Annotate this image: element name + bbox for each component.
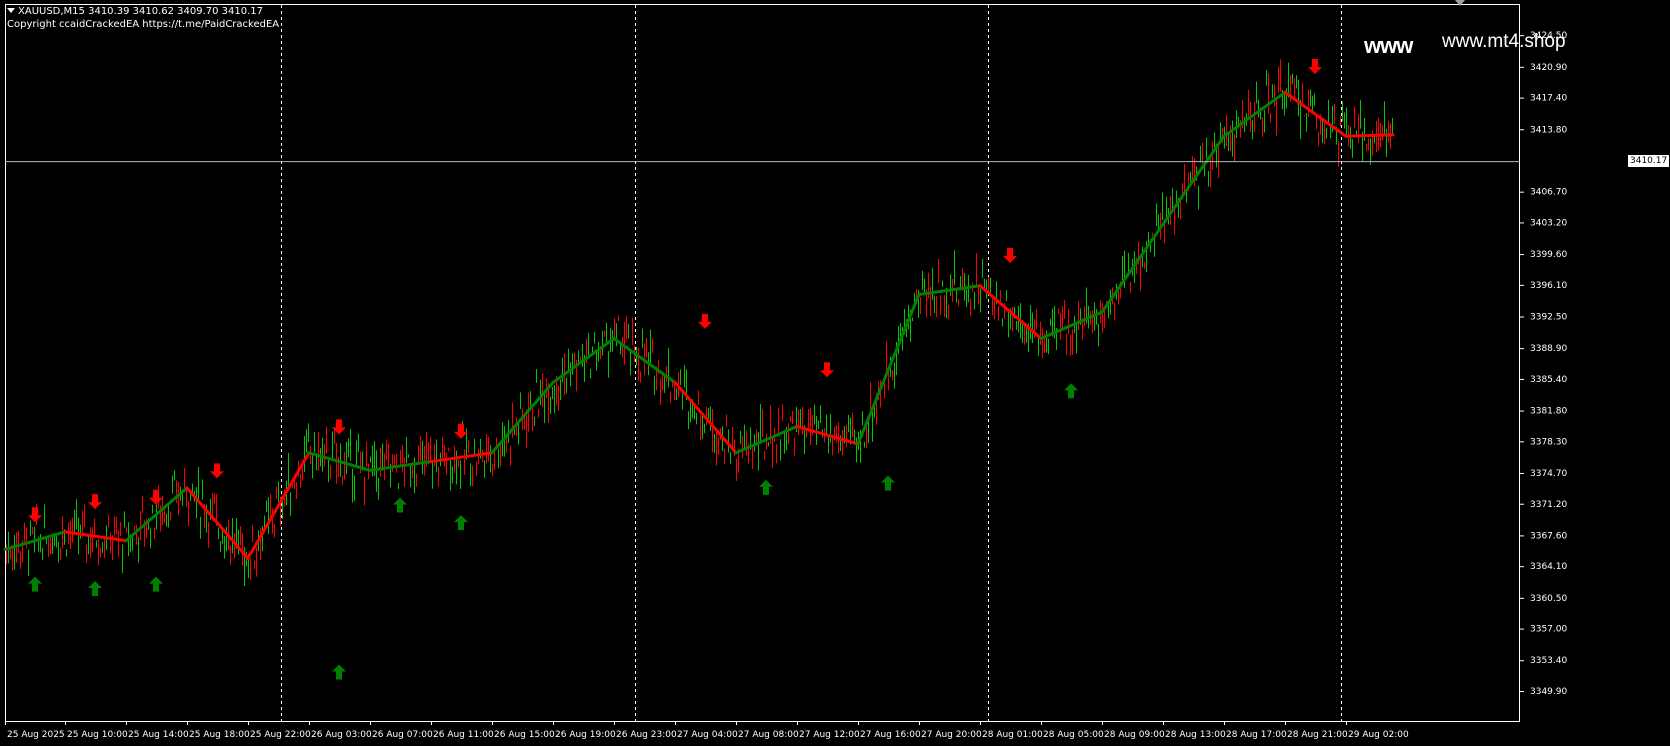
x-axis-label: 27 Aug 16:00 — [860, 730, 921, 740]
buy-arrow-shape — [454, 515, 468, 531]
buy-arrow-shape — [149, 576, 163, 592]
current-price-label: 3410.17 — [1628, 155, 1670, 168]
y-axis-label: 3364.10 — [1530, 562, 1567, 572]
y-axis-label: 3357.00 — [1530, 625, 1567, 635]
downtrend-line-segment — [185, 486, 250, 560]
sell-arrow-icon — [88, 494, 102, 510]
symbol-ohlc: XAUUSD,M15 3410.39 3410.62 3409.70 3410.… — [18, 6, 264, 17]
x-axis-label: 26 Aug 19:00 — [555, 730, 616, 740]
dropdown-triangle-icon[interactable] — [7, 8, 15, 13]
x-axis-label: 26 Aug 23:00 — [616, 730, 677, 740]
www-overlay-text: www — [1364, 33, 1413, 58]
price-chart[interactable]: 3424.503420.903417.403413.803406.703403.… — [0, 0, 1670, 746]
x-axis-label: 26 Aug 03:00 — [311, 730, 372, 740]
x-axis-label: 25 Aug 14:00 — [128, 730, 189, 740]
y-axis-label: 3367.60 — [1530, 531, 1567, 541]
y-axis-label: 3420.90 — [1530, 63, 1567, 73]
x-axis-label: 25 Aug 10:00 — [67, 730, 128, 740]
y-axis-label: 3392.50 — [1530, 313, 1567, 323]
buy-arrow-icon — [881, 475, 895, 491]
x-axis-label: 27 Aug 12:00 — [799, 730, 860, 740]
uptrend-line-segment — [1161, 134, 1226, 226]
y-axis-label: 3417.40 — [1530, 94, 1567, 104]
y-axis-label: 3374.70 — [1530, 469, 1567, 479]
sell-arrow-shape — [820, 362, 834, 378]
sell-arrow-icon — [820, 362, 834, 378]
x-axis-label: 28 Aug 01:00 — [982, 730, 1043, 740]
x-axis-label: 28 Aug 21:00 — [1287, 730, 1348, 740]
sell-arrow-icon — [210, 463, 224, 479]
x-axis-label: 26 Aug 07:00 — [372, 730, 433, 740]
sell-arrow-shape — [88, 494, 102, 510]
sell-arrow-icon — [454, 423, 468, 439]
sell-arrow-shape — [698, 313, 712, 329]
sell-arrow-shape — [149, 489, 163, 505]
y-axis-label: 3413.80 — [1530, 125, 1567, 135]
y-axis-label: 3406.70 — [1530, 188, 1567, 198]
buy-arrow-icon — [149, 576, 163, 592]
x-axis-label: 28 Aug 17:00 — [1226, 730, 1287, 740]
x-axis-label: 27 Aug 08:00 — [738, 730, 799, 740]
buy-arrow-icon — [332, 664, 346, 680]
sell-arrow-shape — [454, 423, 468, 439]
sell-arrow-icon — [1308, 58, 1322, 74]
sell-arrow-shape — [210, 463, 224, 479]
y-axis-label: 3349.90 — [1530, 687, 1567, 697]
watermark-text: www.mt4.shop — [1442, 31, 1566, 52]
y-axis-label: 3385.40 — [1530, 375, 1567, 385]
y-axis-label: 3353.40 — [1530, 656, 1567, 666]
x-axis-label: 25 Aug 2025 — [7, 730, 65, 740]
x-axis-label: 25 Aug 18:00 — [189, 730, 250, 740]
x-axis-label: 26 Aug 11:00 — [433, 730, 494, 740]
chart-window[interactable]: 3424.50 3420.90 3417.40 3413.80 3406.70 3403.… — [0, 0, 1670, 746]
buy-arrow-icon — [28, 576, 42, 592]
uptrend-line-segment — [490, 380, 555, 455]
buy-arrow-icon — [88, 581, 102, 597]
x-axis-label: 28 Aug 13:00 — [1165, 730, 1226, 740]
buy-arrow-shape — [393, 497, 407, 513]
downtrend-line-segment — [246, 451, 311, 560]
y-axis-label: 3360.50 — [1530, 594, 1567, 604]
y-axis-label: 3388.90 — [1530, 344, 1567, 354]
buy-arrow-icon — [1064, 383, 1078, 399]
y-axis-label: 3396.10 — [1530, 281, 1567, 291]
y-axis-label: 3403.20 — [1530, 218, 1567, 228]
chart-shift-marker-icon[interactable] — [1455, 0, 1465, 6]
y-axis-label: 3399.60 — [1530, 250, 1567, 260]
buy-arrow-shape — [332, 664, 346, 680]
buy-arrow-icon — [454, 515, 468, 531]
x-axis-label: 29 Aug 02:00 — [1348, 730, 1409, 740]
sell-arrow-shape — [1308, 58, 1322, 74]
x-axis-label: 28 Aug 05:00 — [1043, 730, 1104, 740]
y-axis-label: 3371.20 — [1530, 500, 1567, 510]
y-axis-label: 3381.80 — [1530, 407, 1567, 417]
x-axis-label: 28 Aug 09:00 — [1104, 730, 1165, 740]
buy-arrow-icon — [393, 497, 407, 513]
sell-arrow-icon — [149, 489, 163, 505]
sell-arrow-icon — [28, 507, 42, 523]
symbol-info: XAUUSD,M15 3410.39 3410.62 3409.70 3410.… — [7, 6, 263, 18]
y-axis-label: 3378.30 — [1530, 437, 1567, 447]
downtrend-line-segment — [978, 284, 1043, 340]
copyright-text: Copyright ccaidCrackedEA https://t.me/Pa… — [7, 19, 280, 30]
uptrend-line-segment — [856, 293, 921, 446]
x-axis-label: 25 Aug 22:00 — [250, 730, 311, 740]
buy-arrow-shape — [88, 581, 102, 597]
buy-arrow-shape — [881, 475, 895, 491]
uptrend-line-segment — [1100, 222, 1165, 314]
sell-arrow-shape — [1003, 247, 1017, 263]
buy-arrow-shape — [28, 576, 42, 592]
buy-arrow-shape — [759, 479, 773, 495]
x-axis-label: 27 Aug 20:00 — [921, 730, 982, 740]
downtrend-line-segment — [1344, 133, 1395, 138]
buy-arrow-icon — [759, 479, 773, 495]
sell-arrow-shape — [28, 507, 42, 523]
sell-arrow-icon — [698, 313, 712, 329]
sell-arrow-icon — [1003, 247, 1017, 263]
x-axis-label: 26 Aug 15:00 — [494, 730, 555, 740]
buy-arrow-shape — [1064, 383, 1078, 399]
chart-frame — [5, 4, 1520, 722]
x-axis-label: 27 Aug 04:00 — [677, 730, 738, 740]
downtrend-line-segment — [1283, 90, 1348, 138]
